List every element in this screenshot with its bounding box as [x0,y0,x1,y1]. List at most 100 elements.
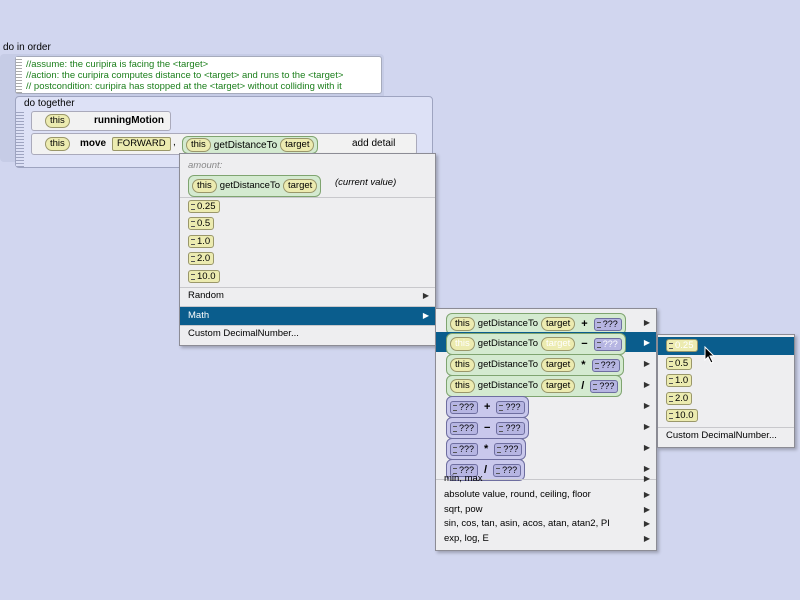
q-times-item[interactable]: ??? * ??? ▶ [436,437,656,460]
quotient-expression: this getDistanceTo target / ??? [446,375,623,397]
this-pill: this [450,337,475,351]
this-pill[interactable]: this [45,137,70,151]
submenu-arrow-icon: ▶ [643,505,650,514]
do-in-order-label: do in order [3,42,51,53]
placeholder-pill: ??? [590,379,619,393]
operator: / [581,380,585,392]
submenu-arrow-icon: ▶ [643,443,650,452]
placeholder-pill: ??? [450,400,479,414]
submenu-arrow-icon: ▶ [643,359,650,368]
trig-item[interactable]: sin, cos, tan, asin, acos, atan, atan2, … [436,517,656,531]
comment-line-3: // postcondition: curipira has stopped a… [26,81,342,92]
operator: + [581,318,588,330]
value-item-10-0[interactable]: 10.0 [180,268,435,286]
product-expression: this getDistanceTo target * ??? [446,354,624,376]
random-item[interactable]: Random ▶ [180,287,435,305]
min-max-item[interactable]: min, max ▶ [436,472,656,486]
running-motion-statement[interactable]: this runningMotion [31,111,171,131]
operator: − [581,338,588,350]
placeholder-pill: ??? [496,400,525,414]
operator: * [484,443,489,455]
math-item[interactable]: Math ▶ [180,307,435,325]
this-pill[interactable]: this [45,114,70,128]
random-label: Random [188,290,224,301]
current-expression: this getDistanceTo target [188,175,322,197]
this-pill: this [450,317,475,331]
this-pill[interactable]: this [186,138,211,152]
abs-round-item[interactable]: absolute value, round, ceiling, floor ▶ [436,488,656,502]
operator: * [581,359,586,371]
move-verb: move [80,138,107,149]
target-pill: target [541,317,576,331]
math-label: Math [188,310,210,321]
submenu-arrow-icon: ▶ [422,311,429,320]
difference-expression: this getDistanceTo target − ??? [446,333,626,355]
function-name: getDistanceTo [477,318,538,329]
current-value-item[interactable]: this getDistanceTo target (current value… [180,174,435,197]
submenu-arrow-icon: ▶ [643,474,650,483]
item-label: absolute value, round, ceiling, floor [444,489,591,500]
q-difference-expression: ??? − ??? [446,417,529,439]
this-pill: this [450,379,475,393]
target-pill[interactable]: target [280,138,315,152]
number-pill: 2.0 [666,392,693,405]
current-value-note: (current value) [335,177,397,188]
comment-grip-handle[interactable] [16,57,22,93]
submenu-arrow-icon: ▶ [643,318,650,327]
submenu-arrow-icon: ▶ [643,338,650,347]
number-pill: 0.5 [666,357,693,370]
expr-minus-item[interactable]: this getDistanceTo target − ??? ▶ [436,332,656,355]
item-label: exp, log, E [444,533,489,544]
do-together-grip-handle[interactable] [16,111,24,167]
this-pill: this [192,179,217,193]
value-item-0-25[interactable]: 0.25 [180,198,435,216]
function-name: getDistanceTo [219,180,280,191]
number-pill: 1.0 [188,235,215,248]
custom-decimal-item[interactable]: Custom DecimalNumber... [658,427,794,445]
this-pill: this [450,358,475,372]
submenu-arrow-icon: ▶ [643,380,650,389]
function-name: getDistanceTo [477,338,538,349]
target-pill: target [541,379,576,393]
value-item-0-5[interactable]: 0.5 [180,215,435,233]
value-item-2-0[interactable]: 2.0 [180,250,435,268]
value-item-0-25[interactable]: 0.25 [658,337,794,355]
amount-menu: amount: this getDistanceTo target (curre… [179,153,436,346]
submenu-arrow-icon: ▶ [422,291,429,300]
number-pill: 10.0 [666,409,698,422]
target-pill: target [541,337,576,351]
placeholder-pill: ??? [450,442,479,456]
method-name: runningMotion [94,115,164,126]
direction-pill[interactable]: FORWARD [112,137,171,151]
q-minus-item[interactable]: ??? − ??? ▶ [436,416,656,439]
custom-decimal-item[interactable]: Custom DecimalNumber... [180,325,435,343]
number-pill: 0.25 [188,200,220,213]
operator: + [484,401,491,413]
get-distance-expression[interactable]: this getDistanceTo target [182,136,319,154]
function-name: getDistanceTo [477,380,538,391]
submenu-arrow-icon: ▶ [643,534,650,543]
expr-divide-item[interactable]: this getDistanceTo target / ??? ▶ [436,374,656,397]
placeholder-pill: ??? [591,358,620,372]
value-item-1-0[interactable]: 1.0 [180,233,435,251]
expr-plus-item[interactable]: this getDistanceTo target + ??? ▶ [436,312,656,335]
comment-block[interactable]: //assume: the curipira is facing the <ta… [15,56,382,94]
exp-log-item[interactable]: exp, log, E ▶ [436,532,656,546]
do-together-label: do together [24,98,75,109]
value-item-1-0[interactable]: 1.0 [658,372,794,390]
target-pill: target [541,358,576,372]
comma-separator: , [173,137,176,148]
move-statement[interactable]: this move FORWARD , this getDistanceTo t… [31,133,417,155]
expr-times-item[interactable]: this getDistanceTo target * ??? ▶ [436,353,656,376]
placeholder-pill: ??? [593,337,622,351]
placeholder-pill: ??? [593,317,622,331]
value-item-2-0[interactable]: 2.0 [658,390,794,408]
function-name: getDistanceTo [213,139,278,151]
placeholder-pill: ??? [450,421,479,435]
value-item-10-0[interactable]: 10.0 [658,407,794,425]
number-pill: 10.0 [188,270,220,283]
sqrt-pow-item[interactable]: sqrt, pow ▶ [436,503,656,517]
add-detail-button[interactable]: add detail [352,138,395,149]
q-plus-item[interactable]: ??? + ??? ▶ [436,395,656,418]
value-item-0-5[interactable]: 0.5 [658,355,794,373]
